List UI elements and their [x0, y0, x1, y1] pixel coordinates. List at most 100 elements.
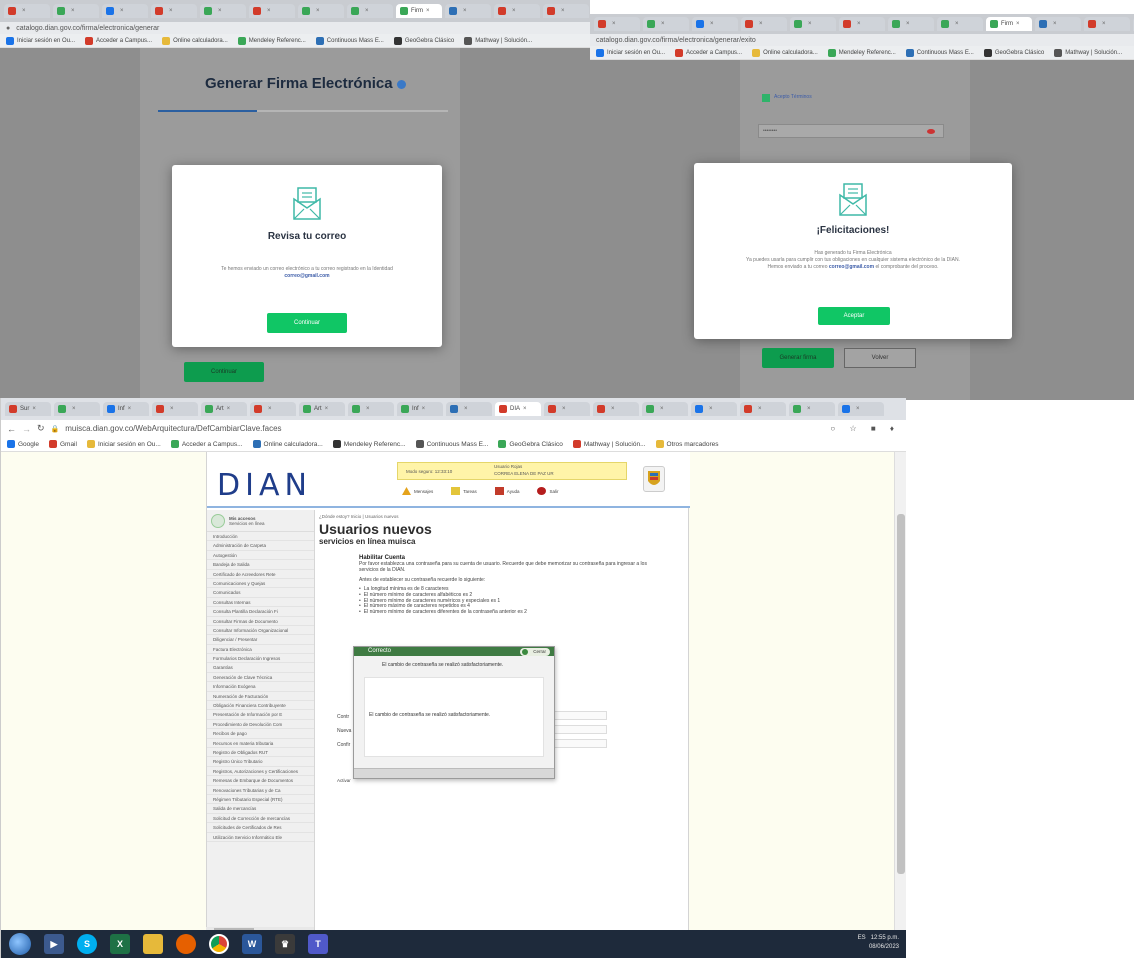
- tab-close-icon[interactable]: ×: [1102, 21, 1106, 27]
- browser-tab[interactable]: Firm ×: [986, 17, 1032, 31]
- browser-tab[interactable]: ×: [544, 402, 590, 416]
- sidebar-item[interactable]: Numeración de Facturación: [207, 692, 314, 702]
- tab-close-icon[interactable]: ×: [759, 21, 763, 27]
- language-indicator[interactable]: ES: [858, 935, 866, 941]
- sidebar-item[interactable]: Certificado de Acreedores Rete: [207, 570, 314, 579]
- tab-close-icon[interactable]: ×: [227, 406, 231, 412]
- sidebar-item[interactable]: Régimen Tributario Especial (RTE): [207, 795, 314, 805]
- sidebar-item[interactable]: Diligenciar / Presentar: [207, 635, 314, 645]
- new-password-input[interactable]: [547, 725, 607, 734]
- browser-tab[interactable]: ×: [102, 4, 148, 18]
- browser-tab[interactable]: ×: [741, 17, 787, 31]
- browser-tab[interactable]: DIA ×: [495, 402, 541, 416]
- tab-close-icon[interactable]: ×: [1053, 21, 1057, 27]
- bookmark-item[interactable]: Gmail: [48, 440, 77, 448]
- tab-close-icon[interactable]: ×: [128, 406, 132, 412]
- vertical-scrollbar[interactable]: [894, 452, 906, 930]
- browser-tab[interactable]: ×: [152, 402, 198, 416]
- browser-tab[interactable]: ×: [348, 402, 394, 416]
- browser-tab[interactable]: ×: [740, 402, 786, 416]
- chrome-icon[interactable]: [209, 934, 229, 954]
- browser-tab[interactable]: ×: [249, 4, 295, 18]
- browser-tab[interactable]: ×: [1084, 17, 1130, 31]
- browser-tab[interactable]: ×: [347, 4, 393, 18]
- sidebar-item[interactable]: Consulta Plantilla Declaración Fi: [207, 607, 314, 617]
- skype-icon[interactable]: S: [77, 934, 97, 954]
- excel-icon[interactable]: X: [110, 934, 130, 954]
- sidebar-item[interactable]: Obligación Financiera Contribuyente: [207, 701, 314, 711]
- sidebar-item[interactable]: Información Exógena: [207, 682, 314, 692]
- browser-tab[interactable]: ×: [789, 402, 835, 416]
- browser-tab[interactable]: Inf ×: [397, 402, 443, 416]
- checkbox-label[interactable]: Acepto Términos: [774, 94, 812, 100]
- bookmark-item[interactable]: Continuous Mass E...: [905, 48, 974, 57]
- bookmark-item[interactable]: Acceder a Campus...: [85, 36, 152, 45]
- bookmark-item[interactable]: Online calculadora...: [752, 48, 818, 57]
- tab-close-icon[interactable]: ×: [1016, 21, 1020, 27]
- browser-tab[interactable]: ×: [53, 4, 99, 18]
- tab-close-icon[interactable]: ×: [120, 8, 124, 14]
- sidebar-item[interactable]: Procedimiento de Devolución Com: [207, 720, 314, 730]
- firefox-icon[interactable]: [176, 934, 196, 954]
- tab-close-icon[interactable]: ×: [463, 8, 467, 14]
- browser-tab[interactable]: ×: [838, 402, 884, 416]
- tab-close-icon[interactable]: ×: [316, 8, 320, 14]
- forward-icon[interactable]: →: [22, 424, 31, 434]
- tab-close-icon[interactable]: ×: [660, 406, 664, 412]
- sidebar-item[interactable]: Consultar Información Organizacional: [207, 626, 314, 636]
- address-bar[interactable]: catalogo.dian.gov.co/firma/electronica/g…: [590, 34, 1134, 46]
- tab-close-icon[interactable]: ×: [422, 406, 426, 412]
- bookmark-item[interactable]: Mathway | Solución...: [464, 36, 532, 45]
- browser-tab[interactable]: ×: [1035, 17, 1081, 31]
- tab-close-icon[interactable]: ×: [856, 406, 860, 412]
- reload-icon[interactable]: ↻: [37, 423, 45, 434]
- eye-icon[interactable]: [927, 129, 935, 134]
- current-password-input[interactable]: [547, 711, 607, 720]
- bookmark-item[interactable]: Otros marcadores: [655, 440, 719, 448]
- clock-date[interactable]: 08/06/2023: [869, 944, 899, 950]
- tab-close-icon[interactable]: ×: [365, 8, 369, 14]
- back-icon[interactable]: ←: [7, 424, 16, 434]
- bookmark-item[interactable]: Mathway | Solución...: [572, 440, 646, 448]
- browser-tab[interactable]: ×: [200, 4, 246, 18]
- tab-close-icon[interactable]: ×: [611, 406, 615, 412]
- info-icon[interactable]: [396, 79, 406, 89]
- tab-close-icon[interactable]: ×: [562, 406, 566, 412]
- browser-tab[interactable]: ×: [692, 17, 738, 31]
- browser-tab[interactable]: ×: [594, 17, 640, 31]
- bookmark-item[interactable]: Google: [7, 440, 39, 448]
- address-bar[interactable]: ← → ↻ 🔒 muisca.dian.gov.co/WebArquitectu…: [1, 420, 906, 437]
- tab-close-icon[interactable]: ×: [807, 406, 811, 412]
- tab-close-icon[interactable]: ×: [906, 21, 910, 27]
- tab-close-icon[interactable]: ×: [561, 8, 565, 14]
- menu-help[interactable]: Ayuda: [494, 487, 519, 495]
- browser-tab[interactable]: ×: [543, 4, 589, 18]
- tab-close-icon[interactable]: ×: [709, 406, 713, 412]
- start-button[interactable]: [9, 933, 31, 955]
- browser-tab[interactable]: ×: [691, 402, 737, 416]
- browser-tab[interactable]: Art ×: [201, 402, 247, 416]
- sidebar-item[interactable]: Recibos de pago: [207, 729, 314, 739]
- url-text[interactable]: catalogo.dian.gov.co/firma/electronica/g…: [596, 37, 756, 44]
- tab-close-icon[interactable]: ×: [366, 406, 370, 412]
- sidebar-item[interactable]: Registros, Autorizaciones y Certificacio…: [207, 767, 314, 777]
- sidebar-item[interactable]: Registro Único Tributario: [207, 757, 314, 767]
- url-text[interactable]: muisca.dian.gov.co/WebArquitectura/DefCa…: [65, 424, 281, 433]
- browser-tab[interactable]: ×: [839, 17, 885, 31]
- tab-close-icon[interactable]: ×: [955, 21, 959, 27]
- menu-tasks[interactable]: Tareas: [451, 487, 477, 495]
- browser-tab[interactable]: ×: [151, 4, 197, 18]
- bookmark-item[interactable]: Online calculadora...: [252, 440, 323, 448]
- tab-close-icon[interactable]: ×: [268, 406, 272, 412]
- tab-close-icon[interactable]: ×: [72, 406, 76, 412]
- tab-close-icon[interactable]: ×: [808, 21, 812, 27]
- bookmark-item[interactable]: Iniciar sesión en Ou...: [596, 48, 665, 57]
- sidebar-item[interactable]: Autogestión: [207, 551, 314, 561]
- bookmark-item[interactable]: Mathway | Solución...: [1054, 48, 1122, 57]
- sidebar-item[interactable]: Registro de Obligados RUT: [207, 748, 314, 758]
- tab-close-icon[interactable]: ×: [71, 8, 75, 14]
- browser-tab[interactable]: ×: [445, 4, 491, 18]
- browser-tab[interactable]: Firm ×: [396, 4, 442, 18]
- tab-close-icon[interactable]: ×: [325, 406, 329, 412]
- tab-close-icon[interactable]: ×: [218, 8, 222, 14]
